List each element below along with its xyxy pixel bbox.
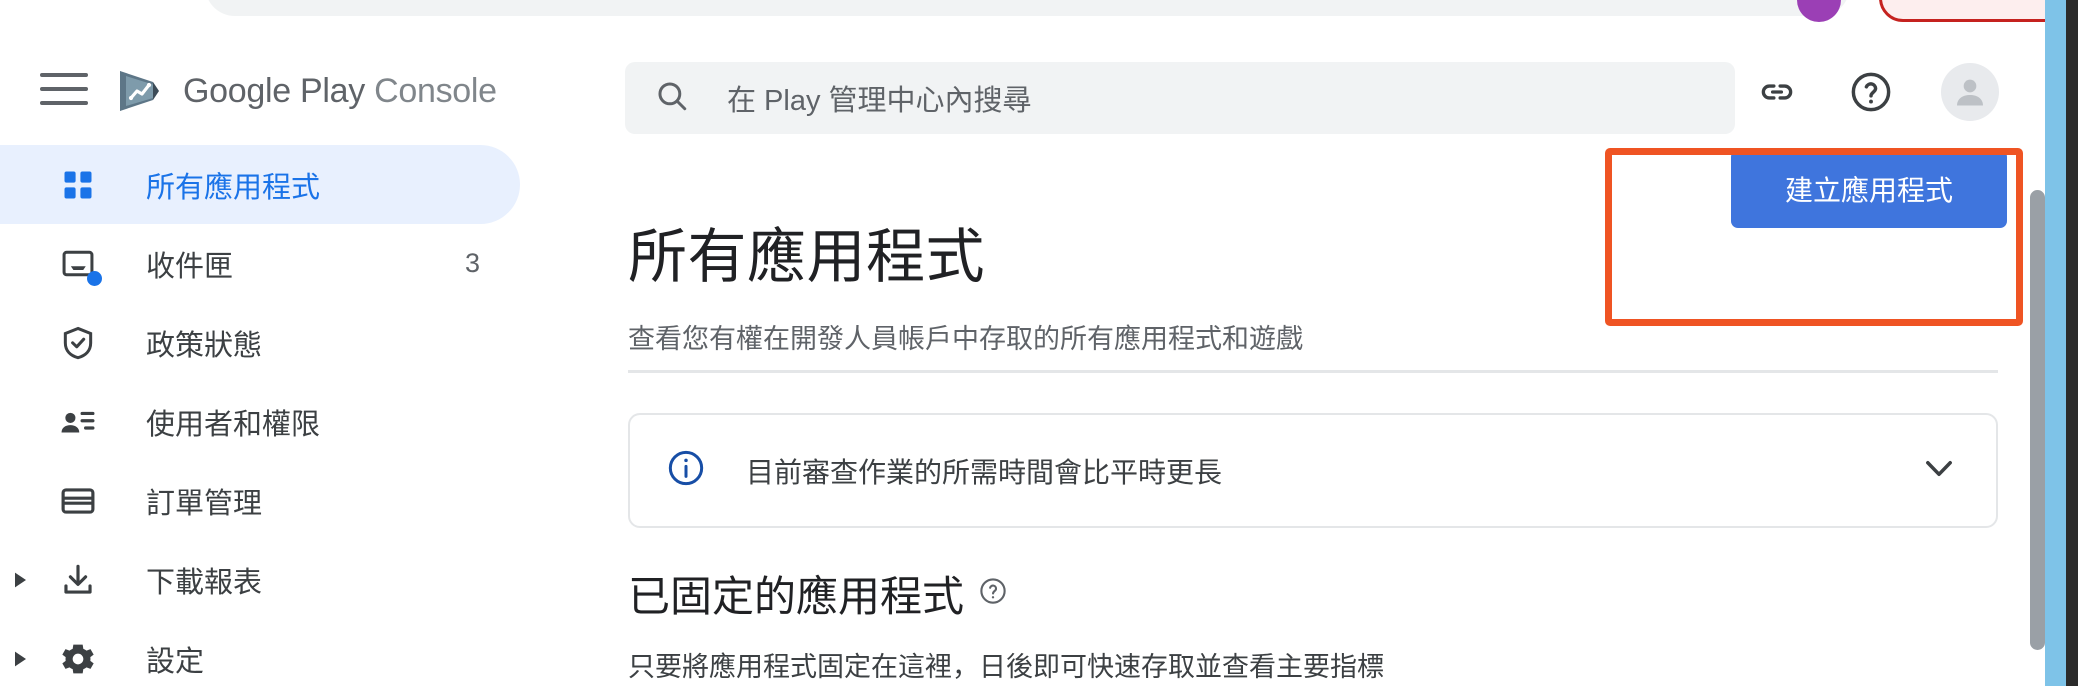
hamburger-menu-icon[interactable] <box>40 73 88 105</box>
pinned-apps-heading: 已固定的應用程式 <box>628 563 1008 624</box>
search-icon <box>655 79 689 118</box>
download-icon <box>56 558 100 602</box>
scrollbar-thumb[interactable] <box>2030 190 2045 650</box>
help-icon[interactable] <box>1847 68 1895 116</box>
sidebar-item-users-permissions[interactable]: 使用者和權限 <box>0 382 620 461</box>
sidebar-item-policy-status[interactable]: 政策狀態 <box>0 303 620 382</box>
sidebar-item-download-reports[interactable]: 下載報表 <box>0 540 620 619</box>
inbox-count-badge: 3 <box>465 248 481 278</box>
help-circle-icon[interactable] <box>978 576 1008 611</box>
review-time-banner[interactable]: 目前審查作業的所需時間會比平時更長 <box>628 413 1998 528</box>
sidebar-item-all-apps[interactable]: 所有應用程式 <box>0 145 620 224</box>
shield-check-icon <box>56 321 100 365</box>
sidebar-item-order-management[interactable]: 訂單管理 <box>0 461 620 540</box>
grid-apps-icon <box>56 163 100 207</box>
create-app-button[interactable]: 建立應用程式 <box>1730 150 2007 228</box>
chevron-down-icon[interactable] <box>1918 447 1960 494</box>
brand-logo-link[interactable]: Google Play Console <box>113 65 497 117</box>
page-subtitle: 查看您有權在開發人員帳戶中存取的所有應用程式和遊戲 <box>628 324 1303 354</box>
right-edge-blue-strip <box>2045 0 2066 686</box>
right-edge-dark-panel <box>2066 0 2078 686</box>
sidebar-item-label: 政策狀態 <box>146 329 263 362</box>
link-icon[interactable] <box>1753 68 1801 116</box>
top-bar: Google Play Console 在 Play 管理中心內搜尋 <box>0 27 2045 145</box>
browser-profile-avatar[interactable] <box>1797 0 1841 22</box>
sidebar-item-label: 下載報表 <box>146 566 263 599</box>
create-app-button-wrapper: 建立應用程式 <box>1730 150 2007 228</box>
sidebar-item-label: 使用者和權限 <box>146 408 321 441</box>
header-divider <box>628 370 1998 373</box>
browser-chrome-strip <box>0 0 2078 29</box>
brand-console: Console <box>374 71 497 110</box>
users-permissions-icon <box>56 400 100 444</box>
banner-text: 目前審查作業的所需時間會比平時更長 <box>746 456 1223 488</box>
sidebar-nav: 所有應用程式 收件匣 3 政策狀態 使用者和權限 訂單管理 下載報表 設定 <box>0 145 620 686</box>
brand-title: Google Play Console <box>183 72 497 111</box>
info-icon <box>666 448 706 493</box>
expand-triangle-icon[interactable] <box>8 647 32 671</box>
pinned-apps-description: 只要將應用程式固定在這裡，日後即可快速存取並查看主要指標 <box>628 652 1384 682</box>
browser-address-bar[interactable] <box>205 0 1850 16</box>
main-content: 所有應用程式 查看您有權在開發人員帳戶中存取的所有應用程式和遊戲 建立應用程式 … <box>620 145 2045 686</box>
sidebar-item-label: 收件匣 <box>146 250 234 283</box>
top-bar-actions <box>1753 63 1999 121</box>
avatar[interactable] <box>1941 63 1999 121</box>
credit-card-icon <box>56 479 100 523</box>
sidebar-item-label: 訂單管理 <box>146 487 263 520</box>
brand-google-play: Google Play <box>183 71 365 110</box>
expand-triangle-icon[interactable] <box>8 568 32 592</box>
search-placeholder-text: 在 Play 管理中心內搜尋 <box>727 85 1032 117</box>
search-input[interactable]: 在 Play 管理中心內搜尋 <box>625 62 1735 134</box>
inbox-unread-dot <box>87 270 102 286</box>
sidebar-item-settings[interactable]: 設定 <box>0 619 620 686</box>
inbox-icon <box>56 242 102 286</box>
page-title: 所有應用程式 <box>628 223 986 290</box>
sidebar-item-inbox[interactable]: 收件匣 3 <box>0 224 620 303</box>
sidebar-item-label: 所有應用程式 <box>146 171 321 204</box>
play-console-app: Google Play Console 在 Play 管理中心內搜尋 所有應用程… <box>0 27 2045 686</box>
play-console-logo-icon <box>113 65 165 117</box>
sidebar-item-label: 設定 <box>146 645 205 678</box>
pinned-apps-title: 已固定的應用程式 <box>628 573 965 620</box>
gear-icon <box>56 637 100 681</box>
